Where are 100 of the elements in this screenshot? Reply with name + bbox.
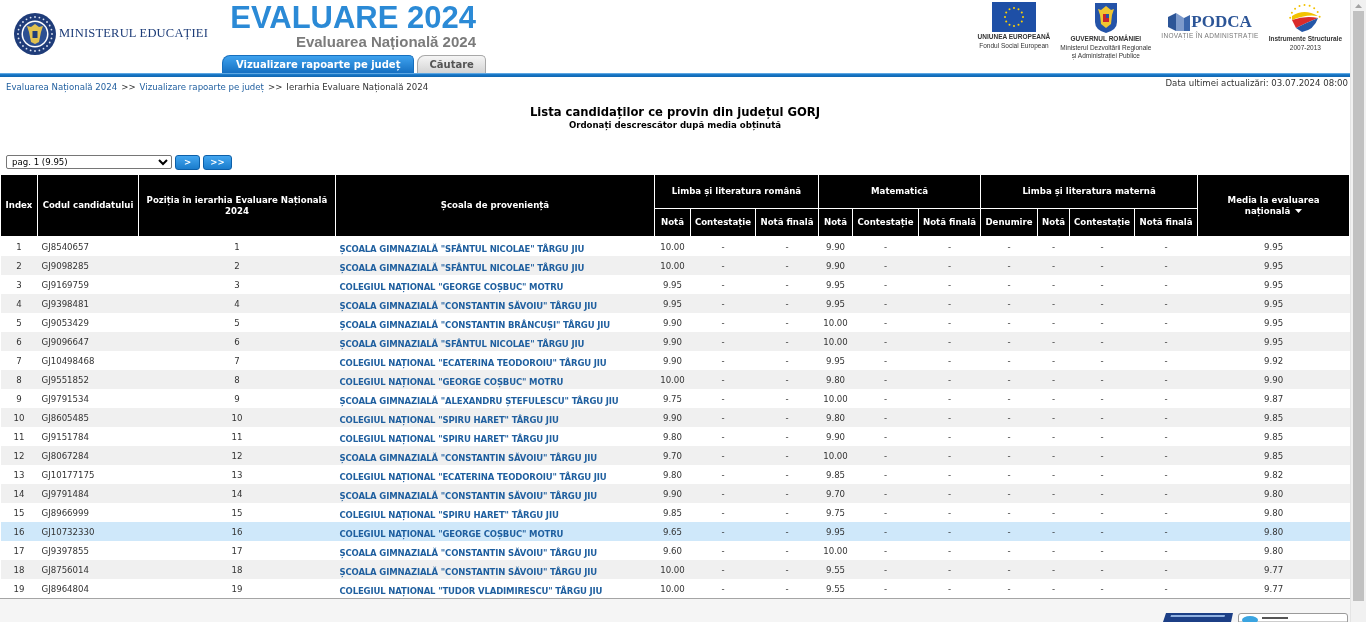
school-link[interactable]: ȘCOALA GIMNAZIALĂ "CONSTANTIN SĂVOIU" TÂRGU JIU bbox=[339, 301, 598, 311]
tab[interactable]: Vizualizare rapoarte pe județ bbox=[222, 55, 415, 73]
sort-header[interactable]: Media la evaluarea națională bbox=[1197, 174, 1350, 237]
table-cell: 9.90 bbox=[654, 332, 691, 351]
table-row[interactable]: 3 GJ9169759 3 COLEGIUL NAȚIONAL "GEORGE COȘBUC" MOTRU 9.95 - - 9.95 - - - - - - 9.95 bbox=[0, 275, 1350, 294]
breadcrumb-link[interactable]: Evaluarea Națională 2024 bbox=[6, 82, 118, 92]
table-cell: - bbox=[918, 560, 981, 579]
table-cell: - bbox=[1069, 484, 1135, 503]
page-select[interactable]: pag. 1 (9.95) bbox=[6, 155, 172, 169]
column-header: Notă finală bbox=[755, 208, 819, 237]
table-row[interactable]: 5 GJ9053429 5 ȘCOALA GIMNAZIALĂ "CONSTANTIN BRÂNCUȘI" TÂRGU JIU 9.90 - - 10.00 - - - - - - 9.95 bbox=[0, 313, 1350, 332]
table-cell: - bbox=[980, 541, 1038, 560]
table-row[interactable]: 16 GJ10732330 16 COLEGIUL NAȚIONAL "GEORGE COȘBUC" MOTRU 9.65 - - 9.95 - - - - - - 9.80 bbox=[0, 522, 1350, 541]
table-cell: 19 bbox=[0, 579, 38, 598]
breadcrumb-current: Ierarhia Evaluare Națională 2024 bbox=[286, 82, 429, 92]
table-cell: - bbox=[690, 294, 756, 313]
school-link[interactable]: ȘCOALA GIMNAZIALĂ "CONSTANTIN SĂVOIU" TÂRGU JIU bbox=[339, 548, 598, 558]
table-cell: 9.90 bbox=[654, 484, 691, 503]
school-link[interactable]: ȘCOALA GIMNAZIALĂ "CONSTANTIN SĂVOIU" TÂRGU JIU bbox=[339, 567, 598, 577]
table-cell: - bbox=[690, 484, 756, 503]
table-cell: 7 bbox=[0, 351, 38, 370]
column-header: Contestație bbox=[690, 208, 756, 237]
table-cell: GJ8756014 bbox=[37, 560, 139, 579]
school-link[interactable]: ȘCOALA GIMNAZIALĂ "SFÂNTUL NICOLAE" TÂRGU JIU bbox=[339, 339, 585, 349]
school-link[interactable]: ȘCOALA GIMNAZIALĂ "CONSTANTIN BRÂNCUȘI" TÂRGU JIU bbox=[339, 320, 611, 330]
table-cell: - bbox=[918, 256, 981, 275]
school-link[interactable]: ȘCOALA GIMNAZIALĂ "SFÂNTUL NICOLAE" TÂRGU JIU bbox=[339, 244, 585, 254]
table-cell: 14 bbox=[138, 484, 336, 503]
table-cell: - bbox=[918, 351, 981, 370]
scrollbar-thumb[interactable] bbox=[1353, 11, 1364, 601]
table-cell: - bbox=[1134, 370, 1198, 389]
table-cell: - bbox=[1134, 351, 1198, 370]
table-row[interactable]: 9 GJ9791534 9 ȘCOALA GIMNAZIALĂ "ALEXANDRU ȘTEFULESCU" TÂRGU JIU 9.75 - - 10.00 - - - - - - 9.87 bbox=[0, 389, 1350, 408]
emblem-icon bbox=[1168, 13, 1191, 31]
table-cell: 9 bbox=[138, 389, 336, 408]
breadcrumb-link[interactable]: Vizualizare rapoarte pe județ bbox=[139, 82, 264, 92]
table-cell: - bbox=[852, 370, 919, 389]
school-link[interactable]: ȘCOALA GIMNAZIALĂ "SFÂNTUL NICOLAE" TÂRGU JIU bbox=[339, 263, 585, 273]
table-cell: - bbox=[1134, 427, 1198, 446]
table-cell: GJ9397855 bbox=[37, 541, 139, 560]
table-cell: GJ9151784 bbox=[37, 427, 139, 446]
column-header: Notă finală bbox=[1134, 208, 1198, 237]
school-link[interactable]: COLEGIUL NAȚIONAL "ECATERINA TEODOROIU" TÂRGU JIU bbox=[339, 358, 607, 368]
table-row[interactable]: 12 GJ8067284 12 ȘCOALA GIMNAZIALĂ "CONSTANTIN SĂVOIU" TÂRGU JIU 9.70 - - 10.00 - - - - - - 9.85 bbox=[0, 446, 1350, 465]
table-row[interactable]: 15 GJ8966999 15 COLEGIUL NAȚIONAL "SPIRU HARET" TÂRGU JIU 9.85 - - 9.75 - - - - - - 9.80 bbox=[0, 503, 1350, 522]
table-cell: 10 bbox=[138, 408, 336, 427]
school-link[interactable]: COLEGIUL NAȚIONAL "GEORGE COȘBUC" MOTRU bbox=[339, 529, 564, 539]
arrow-up-icon[interactable] bbox=[1355, 4, 1362, 8]
school-link[interactable]: COLEGIUL NAȚIONAL "SPIRU HARET" TÂRGU JIU bbox=[339, 434, 559, 444]
table-cell: - bbox=[1134, 560, 1198, 579]
school-link[interactable]: ȘCOALA GIMNAZIALĂ "ALEXANDRU ȘTEFULESCU" TÂRGU JIU bbox=[339, 396, 619, 406]
scrollbar[interactable] bbox=[1350, 0, 1366, 622]
table-cell: - bbox=[690, 313, 756, 332]
table-cell: - bbox=[918, 522, 981, 541]
table-row[interactable]: 19 GJ8964804 19 COLEGIUL NAȚIONAL "TUDOR VLADIMIRESCU" TÂRGU JIU 10.00 - - 9.55 - - - - - - 9.77 bbox=[0, 579, 1350, 598]
table-cell: 1 bbox=[138, 236, 336, 256]
table-cell: GJ9398481 bbox=[37, 294, 139, 313]
table-row[interactable]: 7 GJ10498468 7 COLEGIUL NAȚIONAL "ECATERINA TEODOROIU" TÂRGU JIU 9.90 - - 9.95 - - - - - - 9.92 bbox=[0, 351, 1350, 370]
table-cell: - bbox=[980, 389, 1038, 408]
table-row[interactable]: 14 GJ9791484 14 ȘCOALA GIMNAZIALĂ "CONSTANTIN SĂVOIU" TÂRGU JIU 9.90 - - 9.70 - - - - - - 9.80 bbox=[0, 484, 1350, 503]
school-link[interactable]: ȘCOALA GIMNAZIALĂ "CONSTANTIN SĂVOIU" TÂRGU JIU bbox=[339, 453, 598, 463]
table-cell: 18 bbox=[138, 560, 336, 579]
school-link[interactable]: ȘCOALA GIMNAZIALĂ "CONSTANTIN SĂVOIU" TÂRGU JIU bbox=[339, 491, 598, 501]
table-row[interactable]: 13 GJ10177175 13 COLEGIUL NAȚIONAL "ECATERINA TEODOROIU" TÂRGU JIU 9.80 - - 9.85 - - - - - - 9.82 bbox=[0, 465, 1350, 484]
table-cell: - bbox=[1037, 236, 1070, 256]
school-link[interactable]: COLEGIUL NAȚIONAL "ECATERINA TEODOROIU" TÂRGU JIU bbox=[339, 472, 607, 482]
table-cell: - bbox=[852, 522, 919, 541]
table-row[interactable]: 18 GJ8756014 18 ȘCOALA GIMNAZIALĂ "CONSTANTIN SĂVOIU" TÂRGU JIU 10.00 - - 9.55 - - - - - - 9.77 bbox=[0, 560, 1350, 579]
table-cell: - bbox=[755, 579, 819, 598]
table-cell: 19 bbox=[138, 579, 336, 598]
table-cell: 10 bbox=[0, 408, 38, 427]
table-cell: - bbox=[1069, 579, 1135, 598]
table-cell: - bbox=[1134, 408, 1198, 427]
table-row[interactable]: 17 GJ9397855 17 ȘCOALA GIMNAZIALĂ "CONSTANTIN SĂVOIU" TÂRGU JIU 9.60 - - 10.00 - - - - - - 9.80 bbox=[0, 541, 1350, 560]
table-cell: - bbox=[1134, 332, 1198, 351]
table-row[interactable]: 1 GJ8540657 1 ȘCOALA GIMNAZIALĂ "SFÂNTUL NICOLAE" TÂRGU JIU 10.00 - - 9.90 - - - - - - 9.95 bbox=[0, 236, 1350, 256]
table-cell: 9 bbox=[0, 389, 38, 408]
table-cell: 1 bbox=[0, 236, 38, 256]
table-cell: GJ9098285 bbox=[37, 256, 139, 275]
table-cell: 9.60 bbox=[654, 541, 691, 560]
school-link[interactable]: COLEGIUL NAȚIONAL "SPIRU HARET" TÂRGU JIU bbox=[339, 415, 559, 425]
table-cell: - bbox=[980, 522, 1038, 541]
table-cell: - bbox=[980, 503, 1038, 522]
school-link[interactable]: COLEGIUL NAȚIONAL "SPIRU HARET" TÂRGU JIU bbox=[339, 510, 559, 520]
table-cell: - bbox=[852, 389, 919, 408]
school-link[interactable]: COLEGIUL NAȚIONAL "GEORGE COȘBUC" MOTRU bbox=[339, 282, 564, 292]
table-cell: - bbox=[755, 484, 819, 503]
table-cell: - bbox=[1134, 294, 1198, 313]
table-cell: 4 bbox=[0, 294, 38, 313]
tab[interactable]: Căutare bbox=[417, 55, 486, 73]
table-cell: 9.82 bbox=[1197, 465, 1350, 484]
table-cell: 9.90 bbox=[654, 313, 691, 332]
table-row[interactable]: 11 GJ9151784 11 COLEGIUL NAȚIONAL "SPIRU HARET" TÂRGU JIU 9.80 - - 9.90 - - - - - - 9.85 bbox=[0, 427, 1350, 446]
flag-icon bbox=[991, 2, 1036, 32]
table-cell: - bbox=[755, 427, 819, 446]
school-link[interactable]: COLEGIUL NAȚIONAL "GEORGE COȘBUC" MOTRU bbox=[339, 377, 564, 387]
table-row[interactable]: 8 GJ9551852 8 COLEGIUL NAȚIONAL "GEORGE COȘBUC" MOTRU 10.00 - - 9.80 - - - - - - 9.90 bbox=[0, 370, 1350, 389]
school-link[interactable]: COLEGIUL NAȚIONAL "TUDOR VLADIMIRESCU" TÂRGU JIU bbox=[339, 586, 603, 596]
table-cell: - bbox=[1037, 294, 1070, 313]
table-row[interactable]: 10 GJ8605485 10 COLEGIUL NAȚIONAL "SPIRU HARET" TÂRGU JIU 9.90 - - 9.80 - - - - - - 9.85 bbox=[0, 408, 1350, 427]
